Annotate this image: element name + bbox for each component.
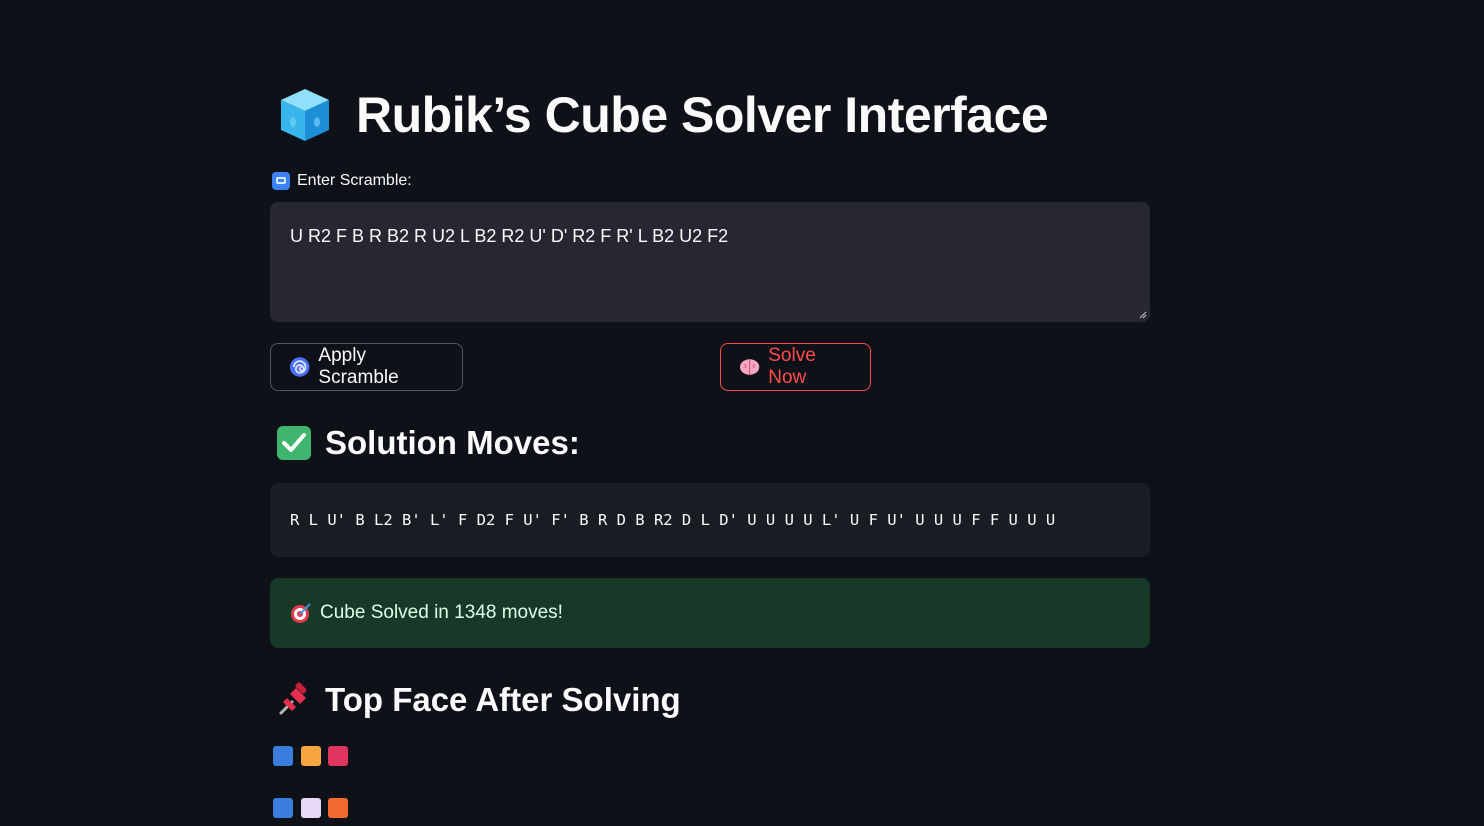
- resize-handle-icon[interactable]: [1139, 311, 1147, 319]
- check-mark-icon: [277, 426, 311, 460]
- top-face-heading-text: Top Face After Solving: [325, 681, 681, 718]
- apply-scramble-label: Apply Scramble: [318, 345, 399, 388]
- scramble-input-value: U R2 F B R B2 R U2 L B2 R2 U' D' R2 F R'…: [290, 226, 729, 246]
- top-face-heading: Top Face After Solving: [276, 681, 681, 719]
- face-square: [328, 746, 348, 766]
- direct-hit-icon: [291, 603, 311, 623]
- success-alert: Cube Solved in 1348 moves!: [270, 578, 1150, 648]
- solution-moves-box: R L U' B L2 B' L' F D2 F U' F' B R D B R…: [270, 483, 1150, 557]
- solution-heading-text: Solution Moves:: [325, 424, 580, 461]
- face-square: [300, 746, 321, 766]
- pushpin-icon: [279, 682, 307, 715]
- input-symbols-icon: [272, 172, 290, 190]
- face-square: [328, 798, 348, 818]
- scramble-input[interactable]: U R2 F B R B2 R U2 L B2 R2 U' D' R2 F R'…: [270, 202, 1150, 322]
- face-square: [273, 746, 293, 766]
- page-title: Rubik’s Cube Solver Interface: [356, 87, 1049, 143]
- success-message: Cube Solved in 1348 moves!: [320, 602, 563, 623]
- cyclone-icon: [289, 357, 310, 377]
- scramble-label: Enter Scramble:: [272, 172, 412, 190]
- face-square: [273, 798, 293, 818]
- solve-now-label: Solve Now: [768, 345, 816, 388]
- apply-scramble-button[interactable]: Apply Scramble: [270, 343, 463, 391]
- solution-moves-text: R L U' B L2 B' L' F D2 F U' F' B R D B R…: [290, 511, 1056, 529]
- scramble-label-text: Enter Scramble:: [297, 172, 412, 189]
- solve-now-button[interactable]: Solve Now: [720, 343, 871, 391]
- brain-icon: [739, 359, 760, 375]
- solution-heading: Solution Moves:: [276, 424, 580, 462]
- top-face-row-2: [273, 798, 356, 818]
- top-face-row-1: [273, 746, 356, 766]
- title-row: Rubik’s Cube Solver Interface: [276, 84, 1049, 146]
- face-square: [300, 798, 321, 818]
- ice-cube-icon: [281, 89, 329, 141]
